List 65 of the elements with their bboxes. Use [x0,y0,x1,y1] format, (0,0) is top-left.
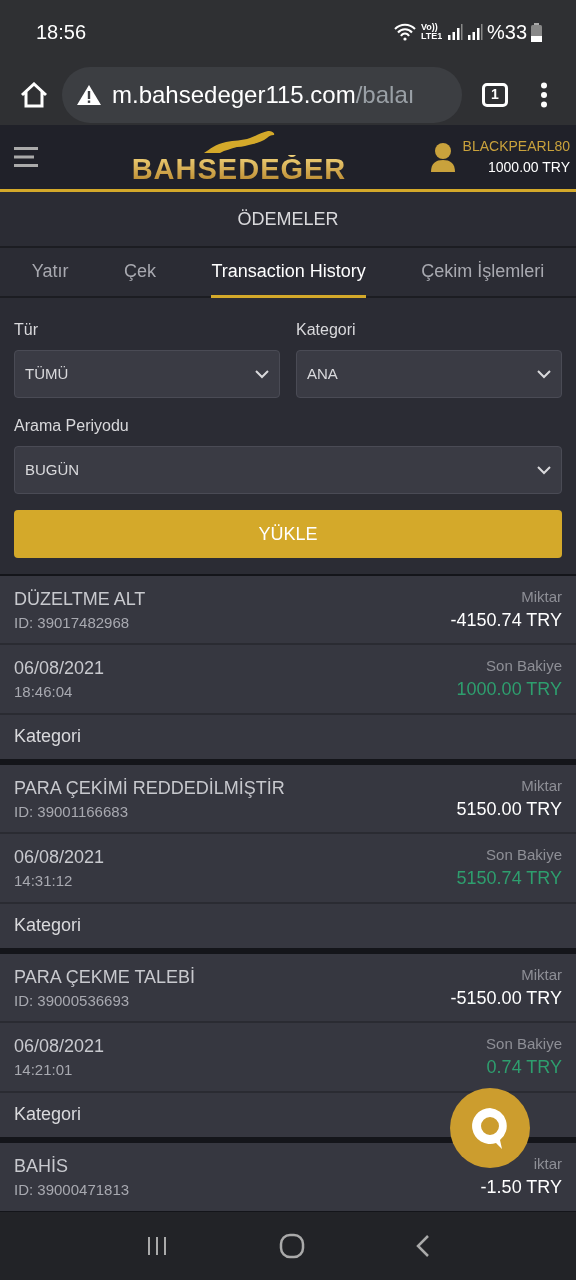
field-label: Kategori [296,320,357,340]
category-label: Kategori [14,1103,82,1124]
home-button-icon[interactable] [279,1233,305,1259]
battery-icon [531,22,542,42]
transaction-title: BAHİS [14,1155,70,1178]
tab[interactable]: Çekim İşlemleri [421,248,545,298]
chevron-down-icon [255,369,269,379]
transaction-title: PARA ÇEKME TALEBİ [14,966,196,989]
transaction-date: 06/08/2021 [14,846,105,869]
transaction-time: 14:21:01 [14,1060,74,1080]
amount-label: Miktar [520,966,562,985]
chevron-down-icon [537,369,551,379]
category-label: Kategori [14,914,82,935]
menu-icon[interactable] [14,146,38,168]
warning-icon[interactable] [76,83,102,106]
signal-icon [446,23,463,41]
wifi-icon [392,23,417,41]
chat-icon [470,1106,510,1150]
page-title: ÖDEMELER [237,207,339,231]
amount-value: -4150.74 TRY [450,608,562,632]
transaction-id: ID: 39001166683 [14,802,129,822]
signal-icon [466,23,483,41]
amount-label: Miktar [520,588,562,607]
user-icon[interactable] [430,142,455,172]
transaction-id: ID: 39017482968 [14,613,131,633]
transaction-id: ID: 39000536693 [14,991,131,1011]
amount-label: Miktar [520,777,562,796]
transaction-id: ID: 39000471813 [14,1180,130,1200]
chevron-down-icon [537,465,551,475]
status-time: 18:56 [36,20,87,45]
select-field[interactable]: ANA [296,350,562,398]
balance-value: 0.74 TRY [486,1056,562,1079]
battery-percent: %33 [486,20,527,45]
tab[interactable]: Yatır [31,248,69,298]
transaction-date: 06/08/2021 [14,657,105,680]
field-label: Arama Periyodu [14,416,130,436]
transaction-date: 06/08/2021 [14,1035,105,1058]
back-icon[interactable] [416,1234,431,1258]
balance-value: 1000.00 TRY [456,678,562,701]
transaction-time: 18:46:04 [14,682,74,702]
address-bar[interactable]: m.bahsedeger115.com/balaı [62,66,462,123]
amount-value: -5150.00 TRY [450,986,562,1010]
url-text: m.bahsedeger115.com/balaı [112,79,415,110]
amount-value: -1.50 TRY [480,1176,562,1199]
category-label: Kategori [14,725,82,746]
tab[interactable]: Çek [123,248,156,298]
tab-count-button[interactable]: 1 [482,82,508,107]
amount-value: 5150.00 TRY [456,797,562,821]
home-icon[interactable] [20,81,48,108]
select-field[interactable]: BUGÜN [14,446,562,494]
transaction-title: PARA ÇEKİMİ REDDEDİLMİŞTİR [14,777,285,800]
user-balance: 1000.00 TRY [488,158,570,177]
more-menu-icon[interactable] [540,81,548,108]
transaction-time: 14:31:12 [14,871,74,891]
amount-label: iktar [532,1155,562,1175]
balance-label: Son Bakiye [486,1035,562,1055]
transaction-title: DÜZELTME ALT [14,588,146,611]
balance-label: Son Bakiye [485,846,562,866]
recent-apps-icon[interactable] [145,1236,168,1256]
username: BLACKPEARL80 [462,137,570,156]
select-field[interactable]: TÜMÜ [14,350,280,398]
balance-value: 5150.74 TRY [456,867,562,890]
balance-label: Son Bakiye [485,657,562,676]
network-label: Vo)) LTE1 [420,23,443,41]
field-label: Tür [14,320,39,340]
